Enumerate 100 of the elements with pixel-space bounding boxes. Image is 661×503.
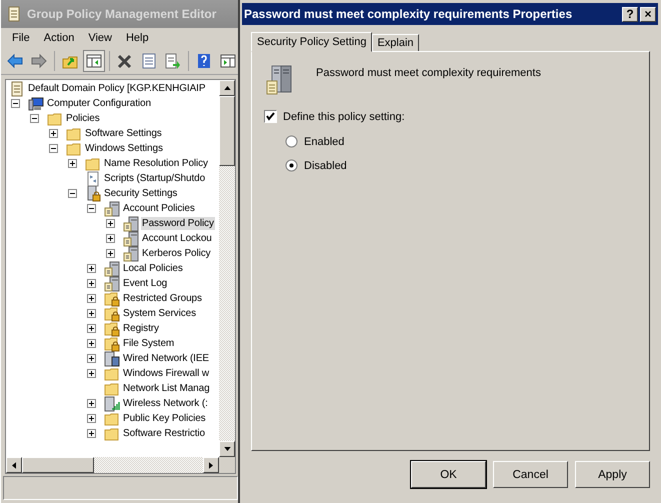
vertical-scrollbar[interactable] bbox=[219, 80, 235, 457]
tree-item[interactable]: Wired Network (IEE bbox=[122, 352, 210, 365]
locked-folder-icon bbox=[104, 320, 120, 336]
radio-label[interactable]: Disabled bbox=[304, 160, 347, 172]
expand-icon[interactable] bbox=[87, 369, 96, 378]
window-title: Group Policy Management Editor bbox=[27, 7, 216, 21]
title-button[interactable]: ? bbox=[622, 6, 638, 22]
expand-icon[interactable] bbox=[87, 429, 96, 438]
expand-icon[interactable] bbox=[87, 309, 96, 318]
radio-button[interactable] bbox=[285, 135, 298, 148]
dialog-button[interactable]: Cancel bbox=[493, 461, 568, 488]
expand-icon[interactable] bbox=[87, 414, 96, 423]
locked-folder-icon bbox=[104, 306, 120, 322]
tree-item[interactable]: Event Log bbox=[122, 277, 168, 290]
tab[interactable]: Explain bbox=[372, 34, 419, 52]
tree-item[interactable]: Registry bbox=[122, 322, 160, 335]
menu-item[interactable]: Action bbox=[36, 32, 82, 44]
menu-item[interactable]: File bbox=[5, 32, 37, 44]
expand-icon[interactable] bbox=[87, 339, 96, 348]
tree-item[interactable]: Policies bbox=[65, 112, 101, 125]
expand-icon[interactable] bbox=[87, 279, 96, 288]
server-icon bbox=[123, 246, 139, 262]
delete-icon bbox=[117, 53, 133, 69]
dialog-button[interactable]: OK bbox=[411, 461, 486, 488]
expand-icon[interactable] bbox=[68, 159, 77, 168]
policy-name: Password must meet complexity requirements bbox=[316, 67, 541, 79]
tree-item[interactable]: Local Policies bbox=[122, 262, 184, 275]
tree-item[interactable]: Public Key Policies bbox=[122, 412, 207, 425]
expand-icon[interactable] bbox=[49, 129, 58, 138]
scrollbar-corner bbox=[219, 457, 235, 473]
pane-icon bbox=[220, 53, 236, 69]
server-icon bbox=[123, 230, 139, 246]
tree-item[interactable]: Kerberos Policy bbox=[141, 247, 212, 260]
properties-icon bbox=[141, 53, 157, 69]
folder-icon bbox=[104, 426, 120, 442]
scroll-up-icon[interactable] bbox=[224, 86, 230, 90]
scroll-right-icon[interactable] bbox=[209, 462, 213, 468]
tree-item[interactable]: Security Settings bbox=[103, 187, 178, 200]
expand-icon[interactable] bbox=[106, 219, 115, 228]
tree-item[interactable]: Network List Manag bbox=[122, 382, 211, 395]
tree-item[interactable]: Default Domain Policy [KGP.KENHGIAIP bbox=[27, 82, 206, 95]
document-icon bbox=[9, 80, 25, 96]
tab[interactable]: Security Policy Setting bbox=[251, 32, 372, 52]
folder-icon bbox=[47, 110, 63, 126]
scroll-thumb[interactable] bbox=[219, 96, 235, 166]
expand-icon[interactable] bbox=[106, 249, 115, 258]
wireless-icon bbox=[104, 396, 120, 412]
menu-item[interactable]: Help bbox=[118, 32, 156, 44]
horizontal-scrollbar[interactable] bbox=[6, 457, 235, 473]
folder-icon bbox=[104, 366, 120, 382]
radio-label[interactable]: Enabled bbox=[304, 136, 344, 148]
tree-item[interactable]: System Services bbox=[122, 307, 197, 320]
collapse-icon[interactable] bbox=[30, 114, 39, 123]
scroll-icon bbox=[6, 6, 22, 22]
tree-item[interactable]: Windows Firewall w bbox=[122, 367, 210, 380]
expand-icon[interactable] bbox=[87, 354, 96, 363]
expand-icon[interactable] bbox=[87, 264, 96, 273]
toolbar-button[interactable] bbox=[83, 50, 105, 72]
tree-item[interactable]: Restricted Groups bbox=[122, 292, 203, 305]
tree-item[interactable]: File System bbox=[122, 337, 176, 350]
forward-arrow-icon bbox=[31, 53, 47, 69]
radio-button[interactable] bbox=[285, 159, 298, 172]
checkbox-label[interactable]: Define this policy setting: bbox=[283, 110, 405, 122]
locked-folder-icon bbox=[104, 290, 120, 306]
menu-item[interactable]: View bbox=[81, 32, 119, 44]
tree-item[interactable]: Wireless Network (: bbox=[122, 397, 209, 410]
export-icon bbox=[165, 53, 181, 69]
expand-icon[interactable] bbox=[87, 294, 96, 303]
scroll-thumb[interactable] bbox=[22, 457, 94, 473]
back-arrow-icon bbox=[7, 53, 23, 69]
collapse-icon[interactable] bbox=[11, 99, 20, 108]
collapse-icon[interactable] bbox=[49, 144, 58, 153]
server-lock-icon bbox=[85, 186, 101, 202]
locked-folder-icon bbox=[104, 336, 120, 352]
scroll-left-icon[interactable] bbox=[12, 462, 16, 468]
tree-item[interactable]: Password Policy bbox=[141, 217, 215, 230]
scroll-down-icon[interactable] bbox=[224, 447, 230, 451]
script-icon bbox=[85, 170, 101, 186]
server-icon bbox=[104, 276, 120, 292]
collapse-icon[interactable] bbox=[68, 189, 77, 198]
title-button[interactable]: × bbox=[640, 6, 656, 22]
tree-item[interactable]: Account Lockou bbox=[141, 232, 213, 245]
server-icon bbox=[123, 216, 139, 232]
tree-item[interactable]: Windows Settings bbox=[84, 142, 164, 155]
tree-item[interactable]: Software Settings bbox=[84, 127, 163, 140]
expand-icon[interactable] bbox=[87, 324, 96, 333]
dialog-title: Password must meet complexity requirements Properties bbox=[244, 7, 572, 21]
expand-icon[interactable] bbox=[106, 234, 115, 243]
tree-item[interactable]: Computer Configuration bbox=[46, 97, 152, 110]
computer-icon bbox=[28, 96, 44, 112]
tree-item[interactable]: Account Policies bbox=[122, 202, 196, 215]
tree-item[interactable]: Scripts (Startup/Shutdo bbox=[103, 172, 206, 185]
folder-icon bbox=[104, 410, 120, 426]
tree-item[interactable]: Name Resolution Policy bbox=[103, 157, 209, 170]
help-icon bbox=[196, 53, 212, 69]
expand-icon[interactable] bbox=[87, 399, 96, 408]
dialog-button[interactable]: Apply bbox=[575, 461, 650, 488]
collapse-icon[interactable] bbox=[87, 204, 96, 213]
checkbox[interactable] bbox=[265, 111, 276, 122]
tree-item[interactable]: Software Restrictio bbox=[122, 427, 206, 440]
